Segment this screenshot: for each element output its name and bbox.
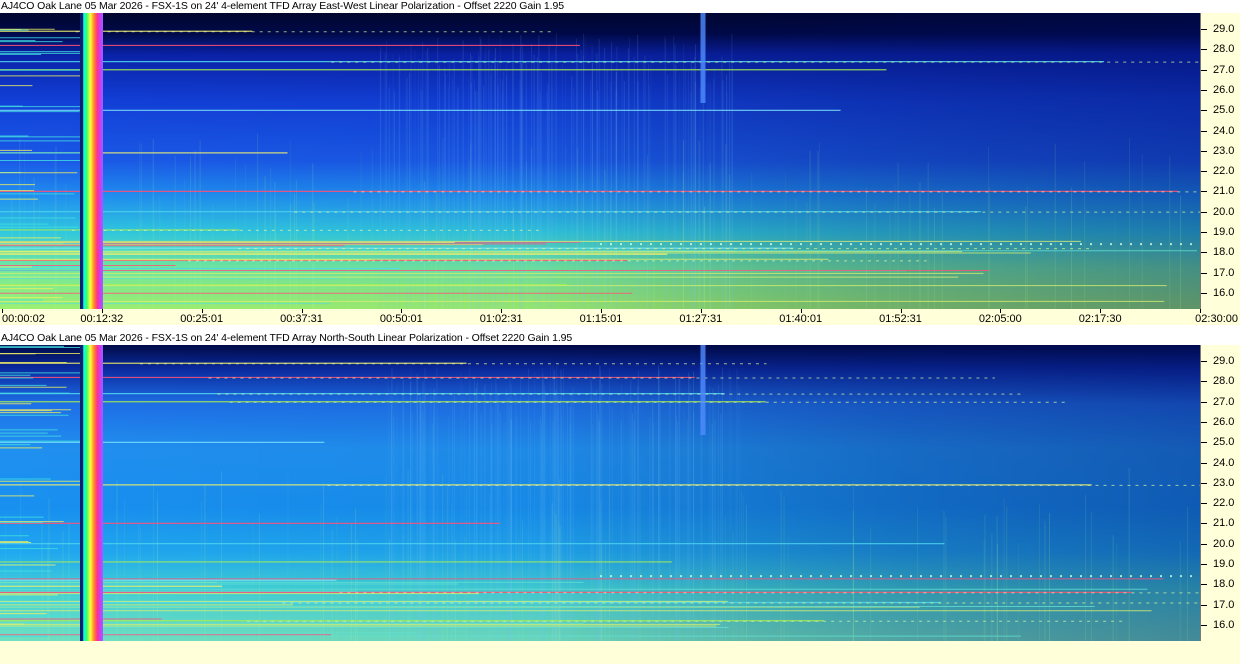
y-tick-label: 26.0 [1213,84,1235,97]
y-tick [1201,69,1207,71]
broadband-marker [80,13,103,309]
y-tick-label: 22.0 [1213,497,1235,510]
y-tick-label: 28.0 [1213,43,1235,56]
y-tick [1201,442,1207,444]
frequency-axis: 16.0 17.0 18.0 19.0 20.0 21.0 22.0 23.0 24.0 25.0… [1200,345,1240,641]
x-tick-label: 02:05:00 [978,313,1022,325]
y-tick-label: 29.0 [1213,23,1235,36]
x-tick-label: 00:12:32 [80,313,124,325]
y-tick-label: 27.0 [1213,63,1235,76]
x-tick-label: 01:27:31 [679,313,723,325]
y-tick-label: 22.0 [1213,165,1235,178]
y-tick-label: 18.0 [1213,246,1235,259]
x-tick-label: 02:30:00 [1195,313,1238,325]
x-tick-label: 00:00:02 [2,313,45,325]
y-tick-label: 20.0 [1213,537,1235,550]
x-tick-label: 01:15:01 [579,313,623,325]
y-tick [1201,381,1207,383]
panel-title: AJ4CO Oak Lane 05 Mar 2026 - FSX-1S on 2… [1,0,564,12]
spectrogram-plot [0,13,1200,309]
x-tick-label: 01:52:31 [879,313,922,325]
spectrogram-dimming [0,13,1200,309]
y-tick [1201,482,1207,484]
y-tick-label: 28.0 [1213,375,1235,388]
x-tick-label: 00:50:01 [379,313,423,325]
y-tick-label: 25.0 [1213,436,1235,449]
y-tick [1201,523,1207,525]
y-tick [1201,29,1207,31]
y-tick [1201,292,1207,294]
spectrogram-panel-east-west: AJ4CO Oak Lane 05 Mar 2026 - FSX-1S on 2… [0,0,1240,325]
spectrogram-plot [0,345,1200,641]
y-tick [1201,191,1207,193]
y-tick [1201,543,1207,545]
y-tick [1201,361,1207,363]
y-tick-label: 19.0 [1213,557,1235,570]
x-tick-label: 02:17:30 [1078,313,1122,325]
y-tick-label: 24.0 [1213,124,1235,137]
time-axis: 00:00:02 00:12:32 00:25:01 00:37:31 00:50:01… [0,309,1240,325]
y-tick-label: 17.0 [1213,598,1235,611]
y-tick-label: 16.0 [1213,618,1235,631]
x-tick-label: 01:40:01 [779,313,823,325]
y-tick [1201,401,1207,403]
frequency-axis: 16.0 17.0 18.0 19.0 20.0 21.0 22.0 23.0 24.0 25.0… [1200,13,1240,309]
y-tick [1201,563,1207,565]
time-axis [0,641,1240,664]
spectrogram-panel-north-south: AJ4CO Oak Lane 05 Mar 2026 - FSX-1S on 2… [0,332,1240,664]
y-tick [1201,422,1207,424]
y-tick-label: 20.0 [1213,205,1235,218]
y-tick-label: 23.0 [1213,144,1235,157]
y-tick-label: 27.0 [1213,395,1235,408]
y-tick [1201,231,1207,233]
panel-title: AJ4CO Oak Lane 05 Mar 2026 - FSX-1S on 2… [1,332,573,344]
y-tick [1201,171,1207,173]
y-tick-label: 16.0 [1213,286,1235,299]
x-tick-label: 00:25:01 [180,313,224,325]
y-tick-label: 21.0 [1213,185,1235,198]
y-tick [1201,110,1207,112]
y-tick-label: 23.0 [1213,476,1235,489]
y-tick [1201,130,1207,132]
y-tick [1201,252,1207,254]
y-tick-label: 21.0 [1213,517,1235,530]
y-tick-label: 24.0 [1213,456,1235,469]
y-tick-label: 26.0 [1213,416,1235,429]
spectrogram-svg [0,13,1200,309]
y-tick-label: 18.0 [1213,578,1235,591]
y-tick [1201,503,1207,505]
y-tick [1201,624,1207,626]
y-tick-label: 29.0 [1213,355,1235,368]
y-tick-label: 19.0 [1213,225,1235,238]
y-tick-label: 17.0 [1213,266,1235,279]
y-tick [1201,211,1207,213]
y-tick [1201,90,1207,92]
y-tick-label: 25.0 [1213,104,1235,117]
y-tick [1201,150,1207,152]
y-tick [1201,584,1207,586]
x-tick-label: 01:02:31 [479,313,523,325]
y-tick [1201,49,1207,51]
y-tick [1201,462,1207,464]
spectrogram-svg [0,345,1200,641]
x-tick-label: 00:37:31 [280,313,323,325]
y-tick [1201,604,1207,606]
broadband-marker [80,345,103,641]
y-tick [1201,272,1207,274]
